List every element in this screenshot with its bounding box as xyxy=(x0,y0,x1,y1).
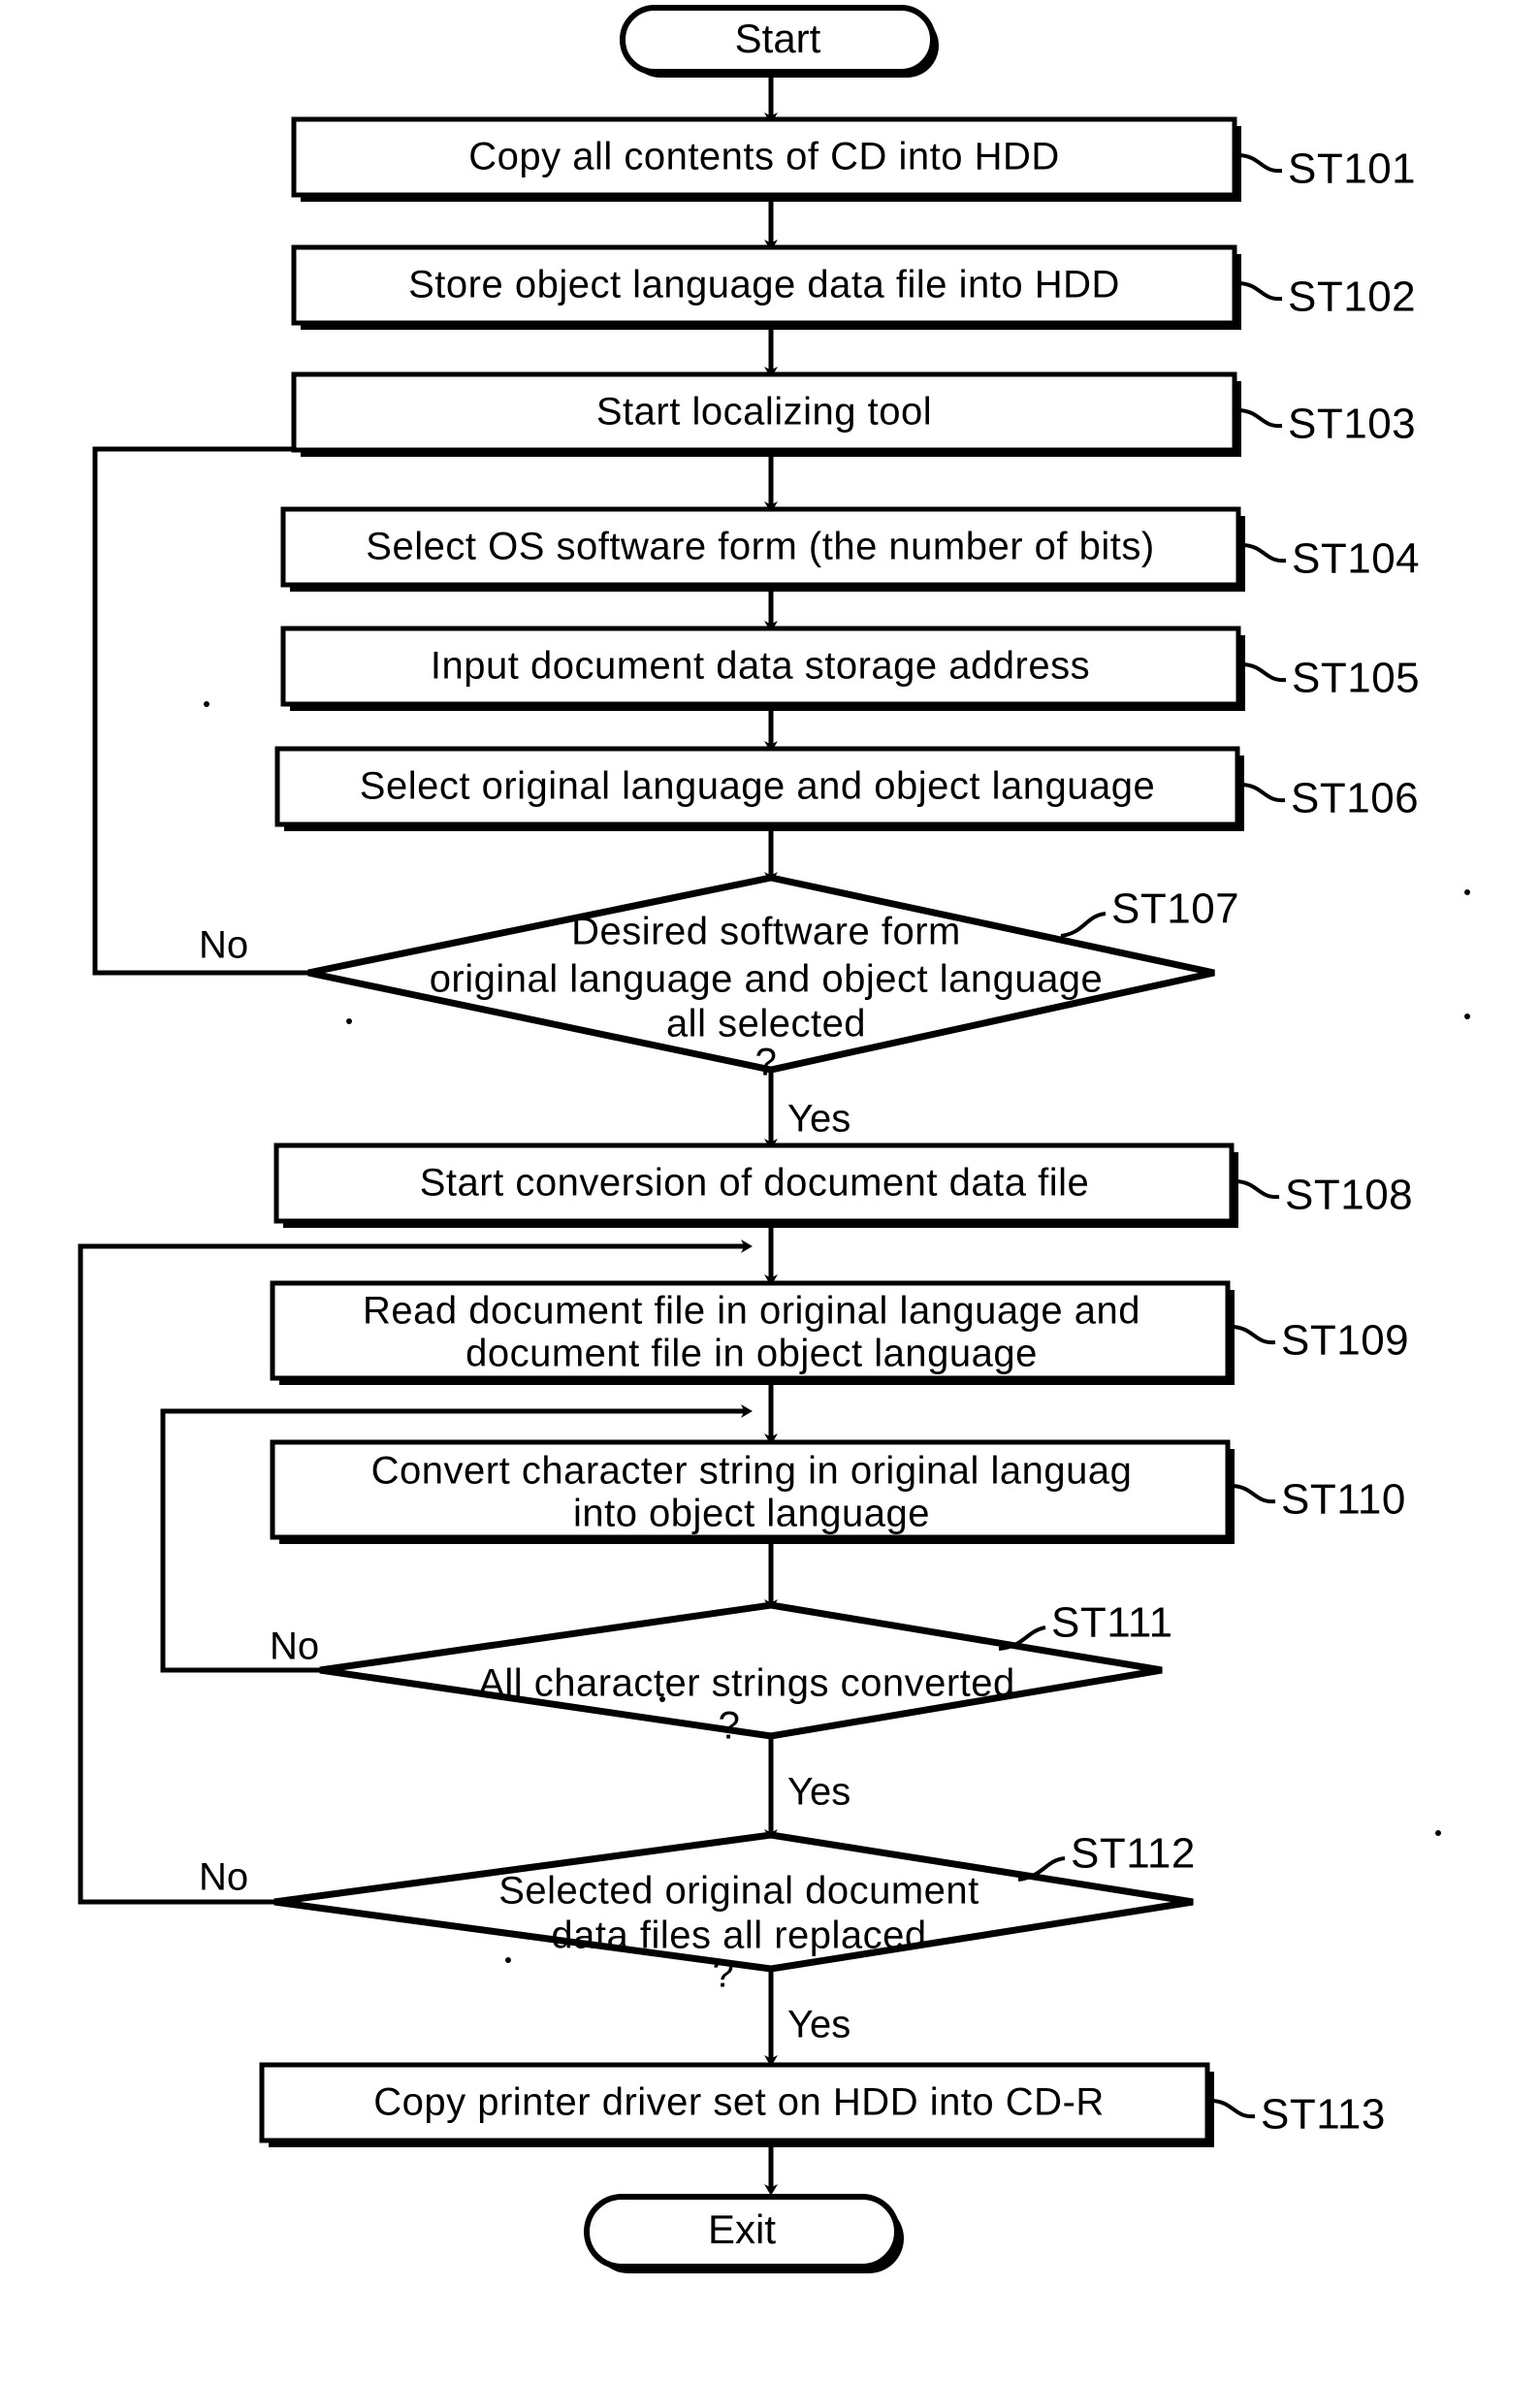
node-start-label: Start xyxy=(735,16,821,61)
leader-st103 xyxy=(1236,408,1283,429)
node-st111: All character strings converted ? ST111 … xyxy=(270,1599,1173,1814)
branch-label-st112-yes: Yes xyxy=(787,2004,850,2046)
scan-speck xyxy=(1435,1830,1441,1836)
node-st113-label: Copy printer driver set on HDD into CD-R xyxy=(373,2081,1105,2124)
node-st107-question-mark: ? xyxy=(755,1042,778,1084)
leader-st109 xyxy=(1230,1325,1276,1345)
step-label-st106: ST106 xyxy=(1291,775,1419,822)
leader-st105 xyxy=(1240,662,1287,683)
node-st101: Copy all contents of CD into HDD ST101 xyxy=(291,116,1416,202)
leader-st107 xyxy=(1060,912,1107,938)
step-label-st104: ST104 xyxy=(1292,535,1420,583)
leader-st110 xyxy=(1230,1484,1276,1504)
scan-speck xyxy=(1464,1014,1470,1019)
flowchart-page: Start Copy all contents of CD into HDD S… xyxy=(0,0,1540,2382)
branch-label-st111-yes: Yes xyxy=(787,1771,850,1814)
step-label-st103: ST103 xyxy=(1288,401,1416,448)
leader-st104 xyxy=(1240,543,1287,563)
step-label-st111: ST111 xyxy=(1051,1599,1173,1647)
leader-st106 xyxy=(1239,783,1286,803)
node-exit-label: Exit xyxy=(708,2206,776,2252)
step-label-st113: ST113 xyxy=(1261,2091,1386,2139)
node-st107: Desired software form original language … xyxy=(199,874,1239,1141)
node-st106: Select original language and object lang… xyxy=(274,746,1419,831)
node-st112-line1: Selected original document xyxy=(498,1870,979,1913)
step-label-st101: ST101 xyxy=(1288,145,1416,193)
scan-speck xyxy=(505,1957,511,1963)
node-st108-label: Start conversion of document data file xyxy=(420,1162,1089,1205)
scan-speck xyxy=(346,1018,352,1024)
node-st102: Store object language data file into HDD… xyxy=(291,244,1416,330)
leader-st101 xyxy=(1236,153,1283,174)
leader-st113 xyxy=(1209,2099,1256,2119)
node-st104-label: Select OS software form (the number of b… xyxy=(366,526,1154,568)
branch-label-st111-no: No xyxy=(270,1626,319,1668)
node-st103: Start localizing tool ST103 xyxy=(291,371,1416,457)
node-st109: Read document file in original language … xyxy=(270,1280,1409,1385)
node-st107-line1: Desired software form xyxy=(571,911,961,953)
node-st105: Input document data storage address ST10… xyxy=(280,626,1420,711)
node-st104: Select OS software form (the number of b… xyxy=(280,506,1420,592)
node-st107-line3: all selected xyxy=(666,1003,866,1046)
node-st110-line1: Convert character string in original lan… xyxy=(371,1450,1133,1493)
node-st109-line1: Read document file in original language … xyxy=(363,1290,1140,1333)
node-st109-line2: document file in object language xyxy=(465,1333,1038,1375)
node-st101-label: Copy all contents of CD into HDD xyxy=(468,136,1060,178)
step-label-st107: ST107 xyxy=(1111,885,1239,933)
node-st113: Copy printer driver set on HDD into CD-R… xyxy=(259,2062,1386,2147)
node-st102-label: Store object language data file into HDD xyxy=(408,264,1120,306)
node-st105-label: Input document data storage address xyxy=(431,645,1090,688)
leader-st102 xyxy=(1236,281,1283,302)
node-st108: Start conversion of document data file S… xyxy=(273,1143,1413,1228)
node-st110-line2: into object language xyxy=(573,1493,930,1535)
step-label-st105: ST105 xyxy=(1292,655,1420,702)
leader-st108 xyxy=(1234,1179,1280,1200)
scan-speck xyxy=(1464,889,1470,895)
step-label-st108: ST108 xyxy=(1285,1172,1413,1219)
node-st110: Convert character string in original lan… xyxy=(270,1439,1406,1544)
node-st112-line2: data files all replaced xyxy=(551,1915,926,1957)
node-st111-line1: All character strings converted xyxy=(478,1662,1015,1705)
step-label-st110: ST110 xyxy=(1281,1476,1406,1524)
step-label-st112: ST112 xyxy=(1071,1830,1196,1878)
node-st106-label: Select original language and object lang… xyxy=(360,765,1155,808)
branch-label-st107-yes: Yes xyxy=(787,1098,850,1141)
node-exit: Exit xyxy=(584,2194,904,2273)
node-st107-line2: original language and object language xyxy=(430,958,1104,1001)
scan-speck xyxy=(659,1696,665,1702)
step-label-st102: ST102 xyxy=(1288,274,1416,321)
scan-speck xyxy=(204,701,209,707)
step-label-st109: ST109 xyxy=(1281,1317,1409,1365)
node-st112: Selected original document data files al… xyxy=(199,1830,1196,2046)
flowchart-canvas: Start Copy all contents of CD into HDD S… xyxy=(78,5,1470,2273)
node-st111-question-mark: ? xyxy=(719,1705,741,1748)
branch-label-st107-no: No xyxy=(199,924,248,967)
branch-label-st112-no: No xyxy=(199,1856,248,1899)
node-st112-question-mark: ? xyxy=(713,1953,735,1996)
node-st103-label: Start localizing tool xyxy=(596,391,932,434)
node-start: Start xyxy=(620,5,939,78)
